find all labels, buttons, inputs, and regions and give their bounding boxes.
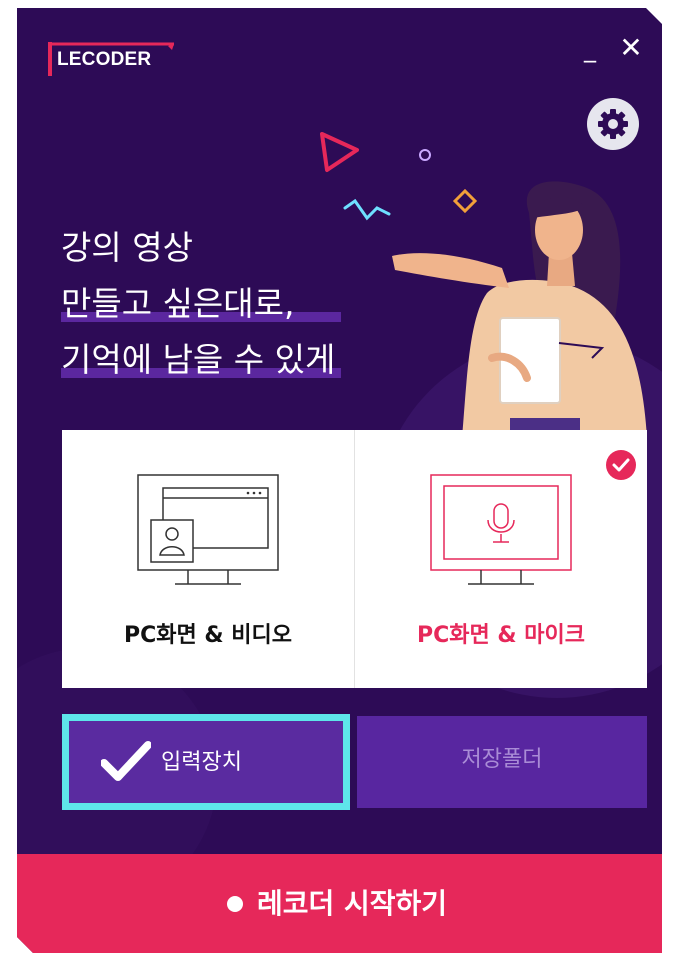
save-folder-button[interactable]: 저장폴더	[357, 716, 647, 808]
start-recorder-button[interactable]: 레코더 시작하기	[17, 854, 662, 953]
input-device-button[interactable]: 입력장치	[62, 714, 350, 810]
headline-line: 강의 영상	[61, 228, 193, 267]
checkmark-icon	[101, 741, 151, 781]
close-button[interactable]: ✕	[617, 33, 645, 63]
mode-card-pc-video[interactable]: PC화면 & 비디오	[62, 430, 354, 688]
mode-selector: PC화면 & 비디오 PC화면 & 마이크	[62, 430, 647, 688]
logo-text: LECODER	[57, 49, 152, 70]
headline-line-highlighted: 기억에 남을 수 있게	[61, 332, 342, 388]
mode-label: PC화면 & 마이크	[417, 623, 585, 648]
minimize-button[interactable]: _	[579, 36, 601, 62]
save-folder-label: 저장폴더	[461, 747, 543, 772]
input-device-label: 입력장치	[161, 750, 242, 775]
monitor-microphone-icon	[430, 474, 572, 585]
monitor-webcam-icon	[137, 474, 279, 585]
app-window: LECODER _ ✕ 강의 영상 만들고 싶은대로, 기억에 남을 수 있게 …	[17, 8, 662, 953]
check-circle-icon	[606, 450, 636, 480]
headline: 강의 영상 만들고 싶은대로, 기억에 남을 수 있게	[61, 220, 342, 388]
presenter-illustration	[320, 132, 647, 438]
record-dot-icon	[227, 896, 243, 912]
mode-card-pc-mic[interactable]: PC화면 & 마이크	[355, 430, 647, 688]
start-recorder-label: 레코더 시작하기	[257, 887, 448, 920]
headline-line-highlighted: 만들고 싶은대로,	[61, 276, 342, 332]
mode-label: PC화면 & 비디오	[124, 623, 292, 648]
